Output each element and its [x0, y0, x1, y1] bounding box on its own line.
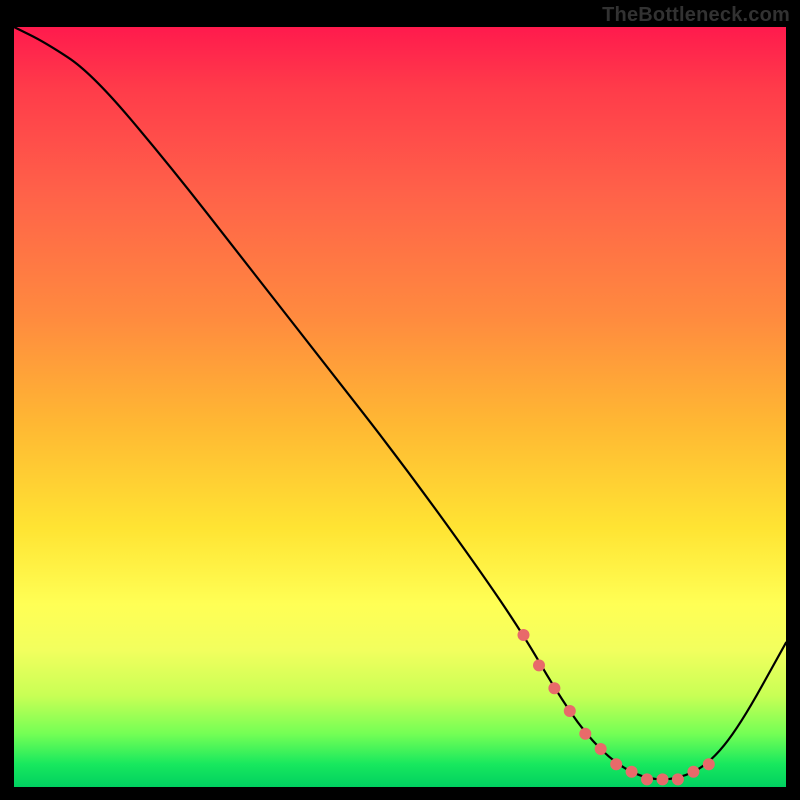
- watermark-text: TheBottleneck.com: [602, 4, 790, 27]
- plot-area: [14, 27, 786, 787]
- marker-dot: [687, 766, 699, 778]
- marker-dot: [657, 773, 669, 785]
- marker-dot: [518, 629, 530, 641]
- marker-dot: [703, 758, 715, 770]
- marker-dot: [564, 705, 576, 717]
- chart-frame: TheBottleneck.com: [0, 0, 800, 800]
- marker-dot: [672, 773, 684, 785]
- marker-dot: [533, 659, 545, 671]
- plot-inner: [14, 27, 786, 787]
- curve-line: [14, 27, 786, 779]
- chart-svg: [14, 27, 786, 787]
- marker-dot: [595, 743, 607, 755]
- marker-dot: [579, 728, 591, 740]
- marker-dot: [610, 758, 622, 770]
- marker-dot: [626, 766, 638, 778]
- marker-dots: [518, 629, 715, 785]
- marker-dot: [641, 773, 653, 785]
- marker-dot: [548, 682, 560, 694]
